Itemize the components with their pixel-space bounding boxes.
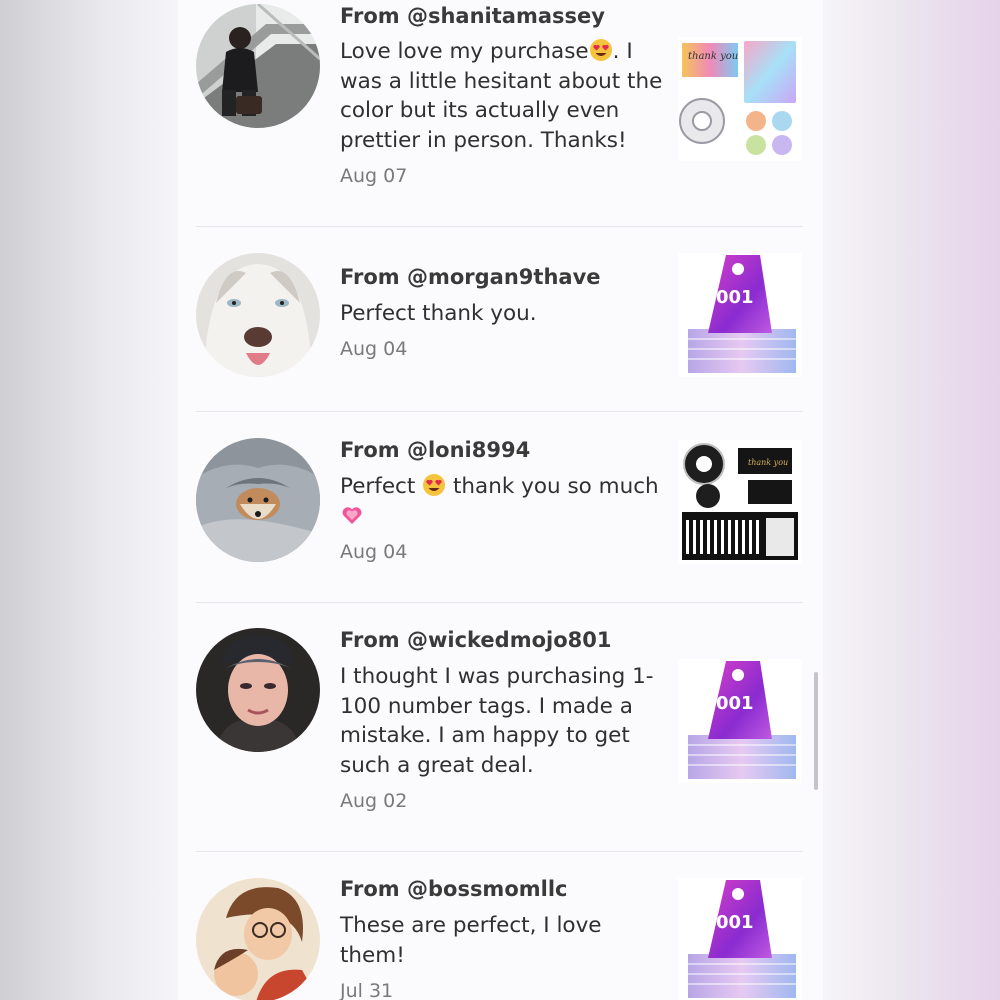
tag-number: 001	[716, 287, 754, 308]
review-author[interactable]: From @morgan9thave	[340, 265, 601, 289]
review-date: Aug 02	[340, 790, 408, 812]
review-date: Aug 04	[340, 541, 408, 563]
divider	[196, 851, 803, 852]
review-author[interactable]: From @wickedmojo801	[340, 628, 611, 652]
review-author[interactable]: From @loni8994	[340, 438, 530, 462]
product-thumbnail[interactable]: 001	[678, 878, 802, 1000]
product-thumbnail[interactable]: 001	[678, 253, 802, 377]
review-date: Jul 31	[340, 980, 394, 1000]
review-date: Aug 07	[340, 165, 408, 187]
review-text-part: Perfect	[340, 474, 423, 499]
heart-eyes-emoji-icon	[422, 473, 446, 497]
review-author[interactable]: From @shanitamassey	[340, 4, 605, 28]
heart-eyes-emoji-icon	[589, 38, 613, 62]
divider	[196, 226, 803, 227]
review-text: I thought I was purchasing 1-100 number …	[340, 664, 654, 779]
review-date: Aug 04	[340, 338, 408, 360]
growing-heart-emoji-icon	[340, 503, 364, 527]
review-text: These are perfect, I love them!	[340, 913, 602, 968]
review-text: Love love my purchase. I was a little he…	[340, 37, 670, 156]
review-text-part: Love love my purchase	[340, 39, 589, 64]
thank-you-card-label: thank you	[748, 458, 788, 467]
review-text: Perfect thank you so much	[340, 472, 670, 531]
product-thumbnail[interactable]: 001	[678, 659, 802, 783]
tag-number: 001	[716, 912, 754, 933]
avatar[interactable]	[196, 4, 320, 128]
product-thumbnail[interactable]: thank you	[678, 37, 802, 161]
thank-you-card-label: thank you	[688, 51, 738, 62]
review-text-part: thank you so much	[446, 474, 659, 499]
review-author[interactable]: From @bossmomllc	[340, 877, 567, 901]
reviews-panel: From @shanitamassey Love love my purchas…	[178, 0, 823, 1000]
product-thumbnail[interactable]: thank you	[678, 440, 802, 564]
divider	[196, 602, 803, 603]
avatar[interactable]	[196, 253, 320, 377]
tag-number: 001	[716, 693, 754, 714]
avatar[interactable]	[196, 628, 320, 752]
divider	[196, 411, 803, 412]
avatar[interactable]	[196, 438, 320, 562]
scrollbar[interactable]	[814, 672, 818, 790]
avatar[interactable]	[196, 878, 320, 1000]
review-text: Perfect thank you.	[340, 301, 537, 326]
